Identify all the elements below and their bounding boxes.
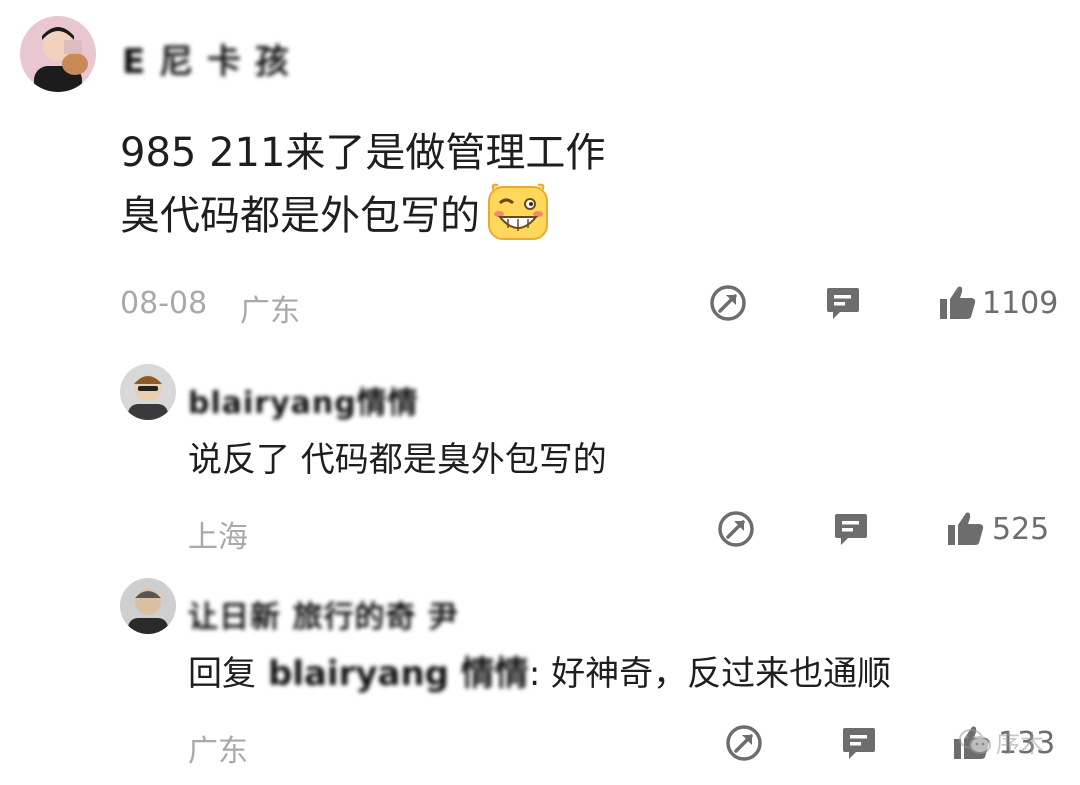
watermark-text: 序木 bbox=[996, 730, 1044, 758]
wechat-icon bbox=[958, 728, 992, 756]
thumbs-up-icon bbox=[946, 510, 986, 548]
avatar[interactable] bbox=[120, 578, 176, 634]
like-button[interactable]: 1109 bbox=[938, 283, 1058, 323]
avatar[interactable] bbox=[120, 364, 176, 420]
share-icon[interactable] bbox=[724, 723, 764, 763]
reply-text: : 好神奇，反过来也通顺 bbox=[528, 654, 892, 694]
comment-icon[interactable] bbox=[830, 509, 872, 549]
share-icon[interactable] bbox=[716, 509, 756, 549]
reply-location: 上海 bbox=[188, 520, 248, 555]
like-count: 525 bbox=[992, 511, 1050, 547]
share-icon[interactable] bbox=[708, 283, 748, 323]
comment-date: 08-08 bbox=[120, 286, 208, 321]
comment-username[interactable]: E 尼 卡 孩 bbox=[122, 34, 290, 83]
comment-text-line-1: 985 211来了是做管理工作 bbox=[120, 130, 606, 176]
comment-text-line-2: 臭代码都是外包写的 bbox=[120, 193, 480, 239]
comment-icon[interactable] bbox=[838, 723, 880, 763]
reply-location: 广东 bbox=[188, 734, 248, 769]
comment-location: 广东 bbox=[240, 294, 300, 329]
reply-username[interactable]: 让日新 旅行的奇 尹 bbox=[188, 592, 459, 636]
reply-target-username[interactable]: blairyang 情情 bbox=[268, 646, 529, 695]
reply-text: 说反了 代码都是臭外包写的 bbox=[188, 440, 607, 480]
comment-icon[interactable] bbox=[822, 283, 864, 323]
like-count: 1109 bbox=[982, 285, 1059, 321]
avatar[interactable] bbox=[20, 16, 96, 92]
like-button[interactable]: 525 bbox=[946, 509, 1049, 549]
reply-username[interactable]: blairyang情情 bbox=[188, 378, 419, 422]
grin-emoji-icon bbox=[486, 181, 550, 243]
thumbs-up-icon bbox=[938, 284, 978, 322]
reply-prefix: 回复 bbox=[188, 654, 256, 694]
watermark: 序木 bbox=[958, 724, 1044, 759]
